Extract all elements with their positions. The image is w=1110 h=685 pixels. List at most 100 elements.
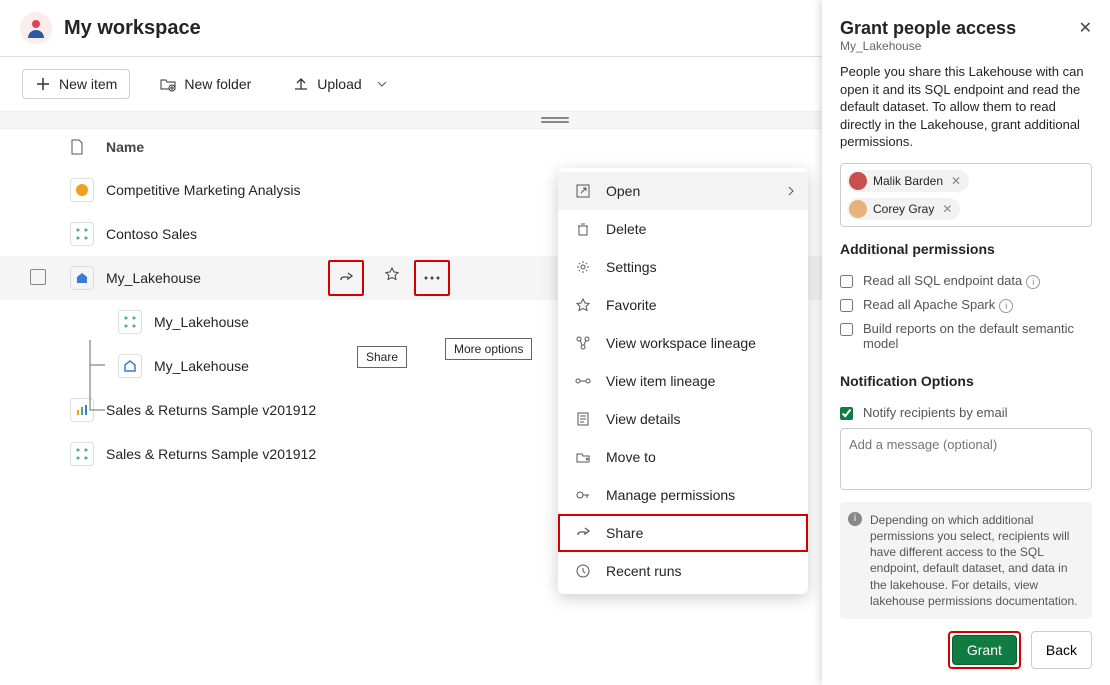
- panel-subtitle: My_Lakehouse: [840, 39, 1092, 53]
- report-icon: [70, 398, 94, 422]
- avatar: [849, 172, 867, 190]
- lineage-item-icon: [574, 372, 592, 390]
- model-icon: [118, 310, 142, 334]
- permissions-icon: [574, 486, 592, 504]
- menu-view-workspace-lineage[interactable]: View workspace lineage: [558, 324, 808, 362]
- permission-label: Read all Apache Sparki: [863, 297, 1013, 313]
- permission-row[interactable]: Build reports on the default semantic mo…: [840, 321, 1092, 351]
- message-textarea[interactable]: [840, 428, 1092, 490]
- model-icon: [70, 442, 94, 466]
- item-context-menu: Open Delete Settings Favorite View works…: [558, 168, 808, 594]
- workspace-avatar: [20, 12, 52, 44]
- menu-label: Recent runs: [606, 563, 681, 579]
- menu-share[interactable]: Share: [558, 514, 808, 552]
- new-item-label: New item: [59, 76, 117, 92]
- share-tooltip: Share: [357, 346, 407, 368]
- dashboard-icon: [70, 178, 94, 202]
- menu-view-item-lineage[interactable]: View item lineage: [558, 362, 808, 400]
- favorite-icon[interactable]: [378, 260, 406, 288]
- menu-label: Manage permissions: [606, 487, 735, 503]
- person-pill[interactable]: Corey Gray ✕: [847, 198, 960, 220]
- more-options-highlight: [414, 260, 450, 296]
- menu-label: View workspace lineage: [606, 335, 756, 351]
- new-folder-label: New folder: [184, 76, 251, 92]
- menu-label: View details: [606, 411, 680, 427]
- new-item-button[interactable]: New item: [22, 69, 130, 99]
- permission-checkbox[interactable]: [840, 299, 853, 312]
- permission-label: Build reports on the default semantic mo…: [863, 321, 1092, 351]
- more-options-tooltip: More options: [445, 338, 532, 360]
- drag-handle-icon: [541, 117, 569, 123]
- person-name: Corey Gray: [873, 202, 934, 216]
- permissions-info-text: Depending on which additional permission…: [870, 513, 1077, 608]
- person-name: Malik Barden: [873, 174, 943, 188]
- info-icon: i: [848, 512, 862, 526]
- permission-checkbox[interactable]: [840, 275, 853, 288]
- back-button[interactable]: Back: [1031, 631, 1092, 669]
- notify-email-checkbox[interactable]: [840, 407, 853, 420]
- upload-button[interactable]: Upload: [281, 70, 401, 98]
- details-icon: [574, 410, 592, 428]
- info-icon[interactable]: i: [1026, 275, 1040, 289]
- menu-label: Delete: [606, 221, 646, 237]
- share-icon[interactable]: [332, 264, 360, 292]
- more-options-icon[interactable]: [418, 264, 446, 292]
- info-icon[interactable]: i: [999, 299, 1013, 313]
- folder-plus-icon: [160, 76, 176, 92]
- sql-icon: [118, 354, 142, 378]
- upload-label: Upload: [317, 76, 361, 92]
- column-name[interactable]: Name: [106, 139, 880, 158]
- recent-icon: [574, 562, 592, 580]
- menu-settings[interactable]: Settings: [558, 248, 808, 286]
- avatar: [849, 200, 867, 218]
- favorite-icon: [574, 296, 592, 314]
- permission-checkbox[interactable]: [840, 323, 853, 336]
- permission-row[interactable]: Read all Apache Sparki: [840, 297, 1092, 313]
- share-action-highlight: [328, 260, 364, 296]
- permission-label: Read all SQL endpoint datai: [863, 273, 1040, 289]
- close-icon[interactable]: ✕: [1079, 18, 1092, 39]
- panel-description: People you share this Lakehouse with can…: [840, 63, 1092, 151]
- lakehouse-icon: [70, 266, 94, 290]
- remove-person-icon[interactable]: ✕: [949, 174, 963, 188]
- upload-icon: [293, 76, 309, 92]
- delete-icon: [574, 220, 592, 238]
- menu-label: View item lineage: [606, 373, 715, 389]
- grant-access-panel: Grant people access ✕ My_Lakehouse Peopl…: [822, 0, 1110, 685]
- notify-email-row[interactable]: Notify recipients by email: [840, 405, 1092, 420]
- row-checkbox[interactable]: [30, 269, 46, 285]
- menu-open[interactable]: Open: [558, 172, 808, 210]
- person-pill[interactable]: Malik Barden ✕: [847, 170, 969, 192]
- menu-label: Move to: [606, 449, 656, 465]
- menu-label: Settings: [606, 259, 657, 275]
- chevron-right-icon: [786, 183, 796, 199]
- menu-delete[interactable]: Delete: [558, 210, 808, 248]
- file-type-header-icon: [70, 139, 106, 158]
- menu-label: Open: [606, 183, 640, 199]
- new-folder-button[interactable]: New folder: [148, 70, 263, 98]
- panel-title: Grant people access: [840, 18, 1016, 39]
- permission-row[interactable]: Read all SQL endpoint datai: [840, 273, 1092, 289]
- grant-button[interactable]: Grant: [952, 635, 1017, 665]
- menu-label: Favorite: [606, 297, 657, 313]
- remove-person-icon[interactable]: ✕: [940, 202, 954, 216]
- menu-view-details[interactable]: View details: [558, 400, 808, 438]
- menu-move-to[interactable]: Move to: [558, 438, 808, 476]
- plus-icon: [35, 76, 51, 92]
- menu-recent-runs[interactable]: Recent runs: [558, 552, 808, 590]
- chevron-down-icon: [374, 76, 390, 92]
- workspace-title: My workspace: [64, 17, 201, 40]
- lineage-icon: [574, 334, 592, 352]
- move-icon: [574, 448, 592, 466]
- share-icon: [574, 524, 592, 542]
- open-icon: [574, 182, 592, 200]
- notify-email-label: Notify recipients by email: [863, 405, 1008, 420]
- menu-manage-permissions[interactable]: Manage permissions: [558, 476, 808, 514]
- people-picker[interactable]: Malik Barden ✕ Corey Gray ✕: [840, 163, 1092, 227]
- menu-favorite[interactable]: Favorite: [558, 286, 808, 324]
- notification-options-title: Notification Options: [840, 373, 1092, 389]
- model-icon: [70, 222, 94, 246]
- settings-icon: [574, 258, 592, 276]
- permissions-info-box: i Depending on which additional permissi…: [840, 502, 1092, 619]
- menu-label: Share: [606, 525, 643, 541]
